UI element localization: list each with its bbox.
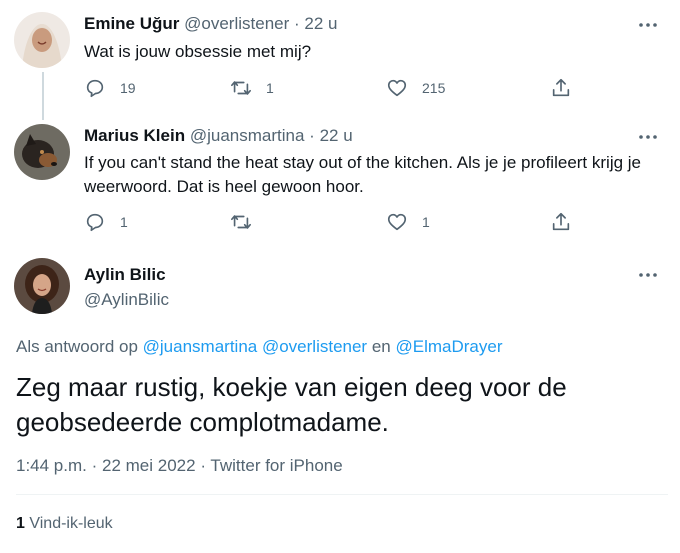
tweet-date[interactable]: 22 mei 2022 [102,456,196,475]
avatar-marius[interactable] [14,124,70,180]
reply-button[interactable]: 1 [84,210,128,234]
tweet-text: If you can't stand the heat stay out of … [84,151,674,199]
share-icon [552,212,570,231]
like-count: 215 [422,80,446,96]
tweet-meta: 1:44 p.m. · 22 mei 2022 · Twitter for iP… [16,456,343,476]
divider [16,494,668,495]
share-button[interactable] [550,76,572,100]
thread-line [42,72,44,120]
author-name[interactable]: Emine Uğur [84,14,179,33]
like-count: 1 [422,214,430,230]
reply-count: 1 [120,214,128,230]
share-button[interactable] [550,210,572,234]
mention-link[interactable]: @overlistener [262,337,367,356]
likes-summary[interactable]: 1 Vind-ik-leuk [16,515,113,533]
reply-prefix: Als antwoord op [16,337,138,356]
tweet-time[interactable]: 22 u [304,14,337,33]
tweet-text-line: If you can't stand the heat stay out of … [84,153,641,172]
tweet-text-line: weerwoord. Dat is heel gewoon hoor. [84,177,364,196]
tweet-timestamp[interactable]: 1:44 p.m. [16,456,87,475]
retweet-count: 1 [266,80,274,96]
author-handle[interactable]: @overlistener [184,14,289,33]
share-icon [552,78,570,97]
author-name[interactable]: Aylin Bilic [84,265,166,285]
more-icon[interactable] [638,20,658,30]
more-icon[interactable] [638,270,658,280]
like-button[interactable]: 215 [386,76,445,100]
tweet-text: Wat is jouw obsessie met mij? [84,42,312,61]
tweet-time[interactable]: 22 u [320,126,353,145]
reply-button[interactable]: 19 [84,76,136,100]
tweet-header: Marius Klein @juansmartina · 22 u [84,126,353,146]
retweet-button[interactable] [230,210,266,234]
dot-separator: · [91,456,98,475]
heart-icon [387,213,407,231]
retweet-icon [231,215,251,229]
mention-link[interactable]: @ElmaDrayer [396,337,503,356]
retweet-icon [231,81,251,95]
more-icon[interactable] [638,132,658,142]
tweet-actions: 1 1 [84,210,584,234]
like-button[interactable]: 1 [386,210,430,234]
heart-icon [387,79,407,97]
reply-icon [86,79,104,98]
dot-separator: · [309,126,315,145]
avatar-emine[interactable] [14,12,70,68]
tweet-actions: 19 1 215 [84,76,584,100]
tweet-header: Emine Uğur @overlistener · 22 u [84,14,338,34]
reply-icon [86,213,104,232]
reply-count: 19 [120,80,136,96]
tweet-source: Twitter for iPhone [210,456,343,475]
reply-context: Als antwoord op @juansmartina @overliste… [16,337,503,357]
author-name[interactable]: Marius Klein [84,126,185,145]
mention-link[interactable]: @juansmartina [143,337,258,356]
author-handle[interactable]: @juansmartina [190,126,305,145]
retweet-button[interactable]: 1 [230,76,274,100]
likes-count: 1 [16,515,25,532]
likes-label: Vind-ik-leuk [29,515,113,532]
main-tweet-text: Zeg maar rustig, koekje van eigen deeg v… [16,372,567,437]
dot-separator: · [294,14,300,33]
avatar-aylin[interactable] [14,258,70,314]
author-handle[interactable]: @AylinBilic [84,290,169,310]
mention-conjunction: en [371,337,391,356]
dot-separator: · [200,456,206,475]
